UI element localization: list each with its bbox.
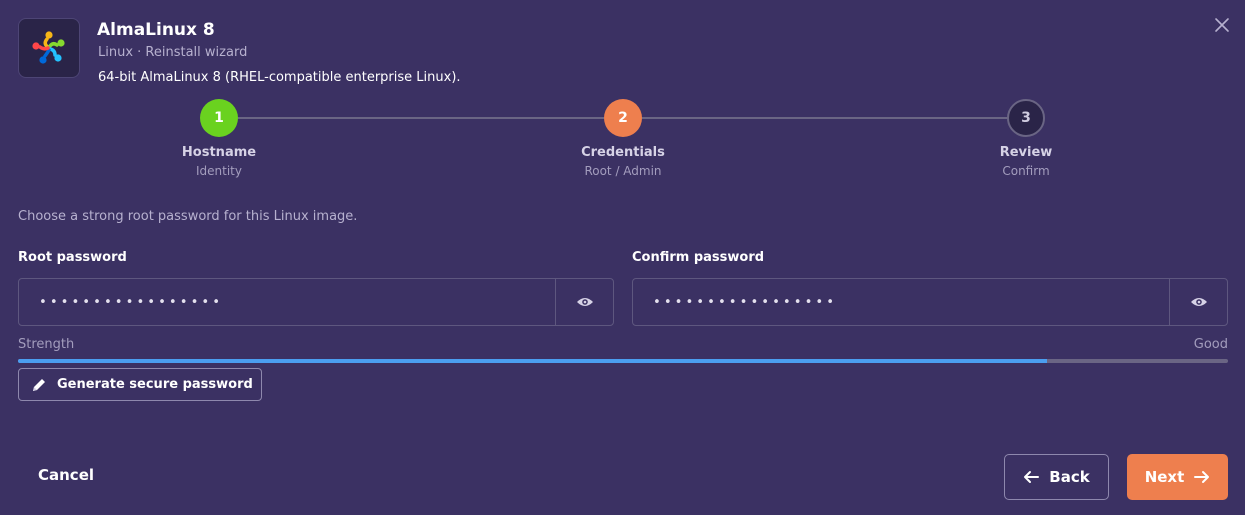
step-label: Credentials <box>581 145 665 160</box>
step-credentials[interactable]: 2 Credentials Root / Admin <box>543 99 703 178</box>
step-number-badge: 1 <box>200 99 238 137</box>
step-sublabel: Confirm <box>1002 164 1050 178</box>
confirm-password-group <box>632 278 1228 326</box>
strength-value: Good <box>1193 337 1228 352</box>
confirm-password-label: Confirm password <box>632 250 765 265</box>
arrow-left-icon <box>1024 471 1040 483</box>
os-logo <box>18 18 80 78</box>
root-password-input[interactable] <box>19 279 555 325</box>
root-password-label: Root password <box>18 250 127 265</box>
step-number-badge: 2 <box>604 99 642 137</box>
step-number-badge: 3 <box>1007 99 1045 137</box>
step-sublabel: Root / Admin <box>584 164 662 178</box>
root-password-group <box>18 278 614 326</box>
generate-password-button[interactable]: Generate secure password <box>18 368 262 401</box>
eye-icon <box>1190 298 1207 306</box>
step-hostname[interactable]: 1 Hostname Identity <box>139 99 299 178</box>
step-sublabel: Identity <box>196 164 242 178</box>
step-label: Hostname <box>181 145 257 160</box>
confirm-password-input[interactable] <box>633 279 1169 325</box>
page-title: AlmaLinux 8 <box>97 20 215 40</box>
close-button[interactable] <box>1211 14 1233 36</box>
pencil-icon <box>33 378 45 391</box>
os-description: 64-bit AlmaLinux 8 (RHEL-compatible ente… <box>98 70 461 85</box>
back-label: Back <box>1049 468 1090 486</box>
toggle-confirm-visibility-button[interactable] <box>1169 279 1227 325</box>
next-button[interactable]: Next <box>1127 454 1228 500</box>
step-review[interactable]: 3 Review Confirm <box>946 99 1106 178</box>
strength-label: Strength <box>18 337 75 352</box>
almalinux-logo-icon <box>32 31 65 64</box>
arrow-right-icon <box>1194 471 1210 483</box>
eye-icon <box>576 298 593 306</box>
cancel-button[interactable]: Cancel <box>38 466 94 484</box>
next-label: Next <box>1144 468 1185 486</box>
page-subtitle: Linux · Reinstall wizard <box>98 45 248 60</box>
step-label: Review <box>999 145 1053 160</box>
close-icon <box>1215 18 1229 32</box>
back-button[interactable]: Back <box>1004 454 1109 500</box>
toggle-root-visibility-button[interactable] <box>555 279 613 325</box>
form-hint: Choose a strong root password for this L… <box>18 209 358 224</box>
strength-meter <box>18 359 1228 363</box>
generate-password-label: Generate secure password <box>57 377 253 392</box>
strength-meter-fill <box>18 359 1047 363</box>
